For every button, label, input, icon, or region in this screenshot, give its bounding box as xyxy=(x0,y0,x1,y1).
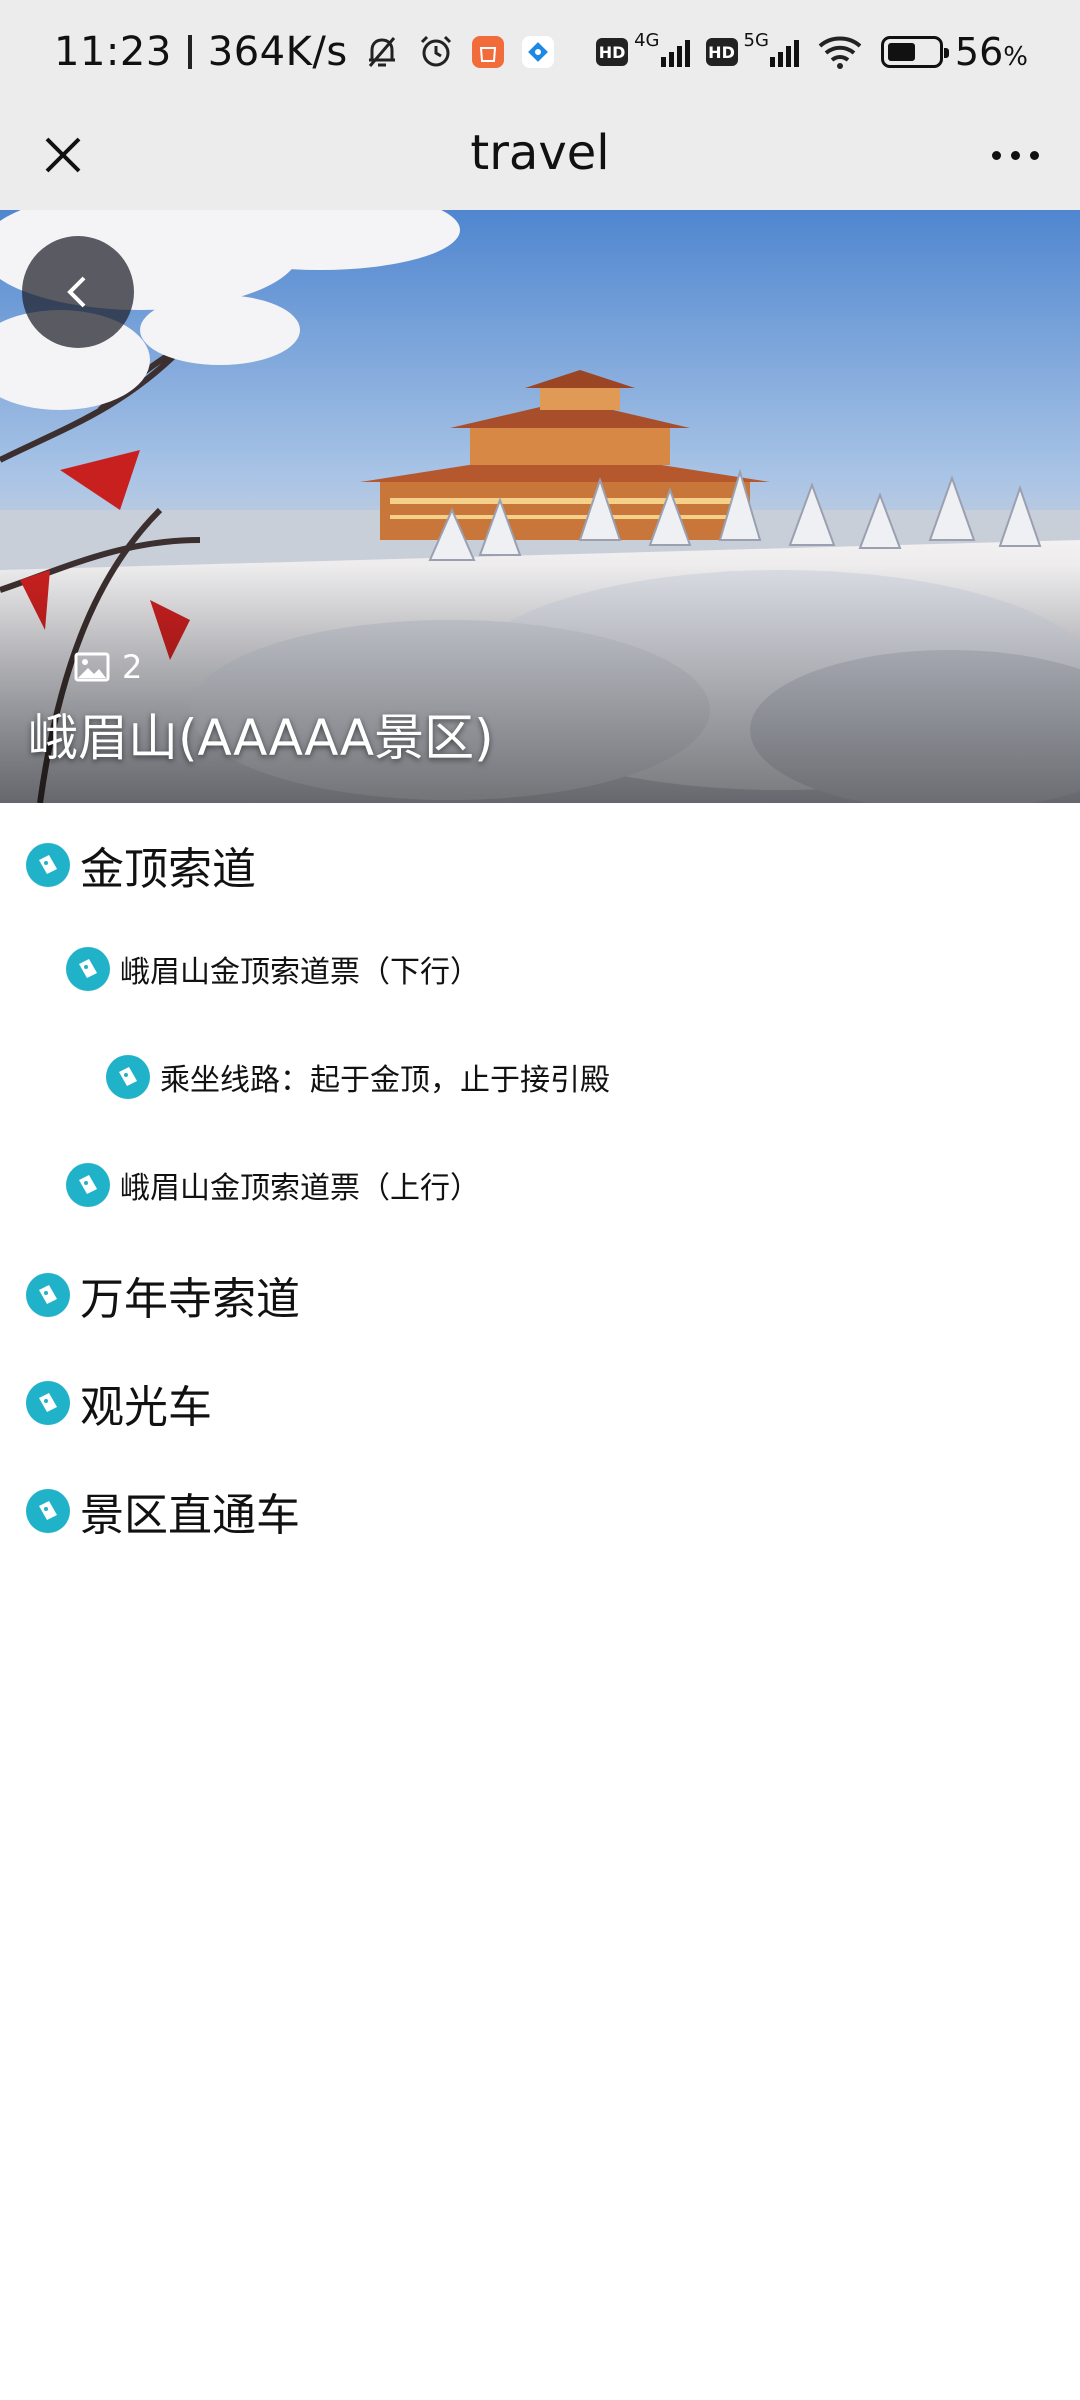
ticket-icon xyxy=(26,1489,70,1533)
battery-percent: 56% xyxy=(954,30,1028,74)
ticket-icon xyxy=(106,1055,150,1099)
ticket-icon xyxy=(26,1273,70,1317)
image-icon xyxy=(74,652,110,682)
list-item-label: 景区直通车 xyxy=(80,1490,300,1541)
back-button[interactable] xyxy=(22,236,134,348)
ticket-icon xyxy=(26,843,70,887)
list-item-label: 乘坐线路：起于金顶，止于接引殿 xyxy=(160,1063,610,1098)
network-type-2: 5G xyxy=(743,29,769,51)
title-bar: travel xyxy=(0,100,1080,210)
list-item-label: 观光车 xyxy=(80,1382,212,1433)
list-item[interactable]: 峨眉山金顶索道票（下行） xyxy=(66,947,480,991)
status-right: HD 4G HD 5G 56% xyxy=(586,22,1028,82)
ticket-icon xyxy=(66,1163,110,1207)
photo-count[interactable]: 2 xyxy=(74,648,142,686)
hd-badge: HD xyxy=(596,38,629,66)
battery-icon xyxy=(880,36,949,68)
scenic-spot-title: 峨眉山(AAAAA景区) xyxy=(28,709,494,767)
status-time: 11:23 xyxy=(54,29,172,75)
photo-count-value: 2 xyxy=(122,648,143,686)
list-item[interactable]: 金顶索道 xyxy=(26,833,256,897)
list-item[interactable]: 万年寺索道 xyxy=(26,1263,300,1327)
list-item-label: 峨眉山金顶索道票（下行） xyxy=(120,955,480,990)
shop-app-icon xyxy=(470,34,506,70)
ticket-icon xyxy=(26,1381,70,1425)
hero-banner[interactable]: 2 峨眉山(AAAAA景区) xyxy=(0,210,1080,803)
list-item[interactable]: 乘坐线路：起于金顶，止于接引殿 xyxy=(106,1055,610,1099)
list-item-label: 万年寺索道 xyxy=(80,1274,300,1325)
status-left: 11:23 364K/s xyxy=(54,22,556,82)
list-item[interactable]: 景区直通车 xyxy=(26,1479,300,1543)
signal-icon-2 xyxy=(767,37,799,67)
list-item-label: 峨眉山金顶索道票（上行） xyxy=(120,1171,480,1206)
status-bar: 11:23 364K/s HD 4G HD 5G 56% xyxy=(0,0,1080,100)
chevron-left-icon xyxy=(67,276,86,308)
page-title: travel xyxy=(470,125,610,181)
alarm-icon xyxy=(416,32,456,72)
list-item[interactable]: 观光车 xyxy=(26,1371,212,1435)
list-item[interactable]: 峨眉山金顶索道票（上行） xyxy=(66,1163,480,1207)
wifi-icon xyxy=(817,34,863,70)
signal-icon xyxy=(658,37,690,67)
hd-badge-2: HD xyxy=(705,38,738,66)
app-notification-icon xyxy=(520,34,556,70)
more-icon xyxy=(987,150,1044,160)
bell-muted-icon xyxy=(362,32,402,72)
status-separator xyxy=(187,35,192,69)
network-type-1: 4G xyxy=(634,29,660,51)
more-button[interactable] xyxy=(980,122,1050,188)
list-item-label: 金顶索道 xyxy=(80,844,256,895)
status-speed: 364K/s xyxy=(207,29,348,75)
ticket-icon xyxy=(66,947,110,991)
